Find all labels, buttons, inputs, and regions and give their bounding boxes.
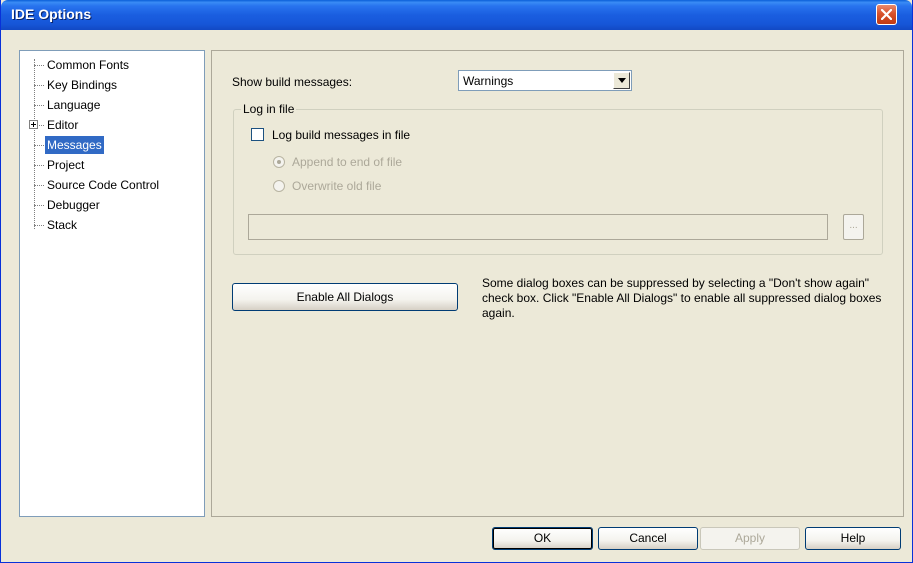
show-build-messages-value: Warnings <box>463 74 514 88</box>
tree-item-label: Common Fonts <box>47 58 130 72</box>
cancel-button[interactable]: Cancel <box>598 527 698 550</box>
append-to-end-label[interactable]: Append to end of file <box>292 155 402 169</box>
tree-item-label: Stack <box>47 218 78 232</box>
tree-item-label: Language <box>47 98 101 112</box>
log-build-messages-label[interactable]: Log build messages in file <box>272 128 410 142</box>
ide-options-dialog: IDE Options Common Fonts Key Bindings La… <box>0 0 913 563</box>
tree-item-label: Messages <box>45 136 104 154</box>
append-to-end-radio[interactable] <box>273 156 285 168</box>
overwrite-old-label[interactable]: Overwrite old file <box>292 179 381 193</box>
log-file-path-input[interactable] <box>248 214 828 240</box>
tree-item-label: Project <box>47 158 85 172</box>
options-tree[interactable]: Common Fonts Key Bindings Language Edito… <box>19 50 205 517</box>
expand-plus-icon[interactable] <box>29 120 38 129</box>
help-button[interactable]: Help <box>805 527 901 550</box>
tree-item-label: Editor <box>47 118 79 132</box>
close-button[interactable] <box>876 4 897 25</box>
enable-all-dialogs-button[interactable]: Enable All Dialogs <box>232 283 458 311</box>
overwrite-old-radio[interactable] <box>273 180 285 192</box>
tree-item-label: Source Code Control <box>47 178 160 192</box>
close-icon <box>881 9 892 20</box>
apply-button[interactable]: Apply <box>700 527 800 550</box>
show-build-messages-select[interactable]: Warnings <box>458 70 632 91</box>
tree-item-label: Debugger <box>47 198 100 212</box>
log-in-file-group: Log in file Log build messages in file A… <box>233 102 883 255</box>
chevron-down-icon[interactable] <box>613 72 630 89</box>
title-bar[interactable]: IDE Options <box>1 0 912 30</box>
browse-button[interactable]: ... <box>843 214 864 240</box>
enable-dialogs-description: Some dialog boxes can be suppressed by s… <box>482 276 882 320</box>
tree-item-label: Key Bindings <box>47 78 118 92</box>
window-title: IDE Options <box>11 6 92 22</box>
ok-button[interactable]: OK <box>492 527 593 550</box>
log-in-file-title: Log in file <box>241 102 297 116</box>
log-build-messages-checkbox[interactable] <box>251 128 264 141</box>
messages-panel: Show build messages: Warnings Log in fil… <box>211 50 904 517</box>
show-build-messages-label: Show build messages: <box>232 75 353 89</box>
